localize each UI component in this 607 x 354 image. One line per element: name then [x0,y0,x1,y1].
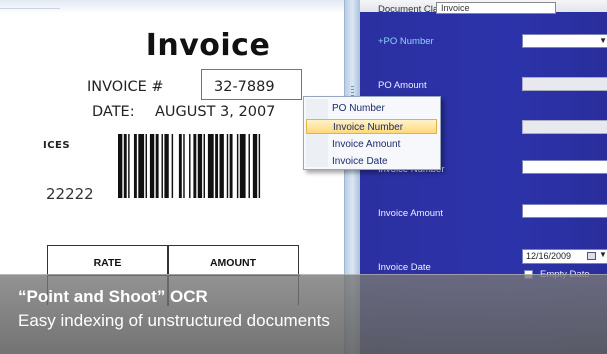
zip-code-text: 22222 [46,185,94,203]
caption-subtitle: Easy indexing of unstructured documents [18,311,330,330]
po-number-label: +PO Number [378,36,434,47]
table-header-amount: AMOUNT [209,257,257,269]
invoice-date-field-label: Invoice Date [378,262,431,273]
barcode-icon [118,134,261,198]
menu-item-invoice-number[interactable]: Invoice Number [306,119,437,134]
invoice-date-label: DATE: [92,104,135,120]
invoice-date-value[interactable]: AUGUST 3, 2007 [155,104,275,120]
viewer-top-shade [0,0,344,14]
po-amount-label: PO Amount [378,80,427,91]
menu-item-invoice-amount[interactable]: Invoice Amount [332,137,400,152]
invoice-number-value[interactable]: 32-7889 [214,79,275,95]
caption-title: “Point and Shoot” OCR [18,287,208,306]
invoice-amount-label: Invoice Amount [378,208,443,219]
section-fragment-text: ICES [43,140,71,151]
invoice-amount-field[interactable] [522,204,607,218]
table-header-rate: RATE [93,257,122,269]
invoice-date-picker[interactable]: 12/16/2009 ▼ [522,249,607,264]
document-class-field[interactable]: Invoice [436,2,556,14]
po-amount-field[interactable] [522,77,607,91]
document-class-value: Invoice [441,3,470,13]
caption-top-edge [0,274,607,275]
invoice-number-label: INVOICE # [87,79,164,95]
screenshot-stage: Invoice INVOICE # 32-7889 DATE: AUGUST 3… [0,0,607,354]
menu-item-po-number[interactable]: PO Number [332,101,385,116]
date-dropdown-arrow-icon[interactable]: ▼ [599,250,607,259]
calendar-icon[interactable] [587,252,596,260]
po-number-dropdown[interactable]: ▼ [522,34,607,48]
menu-item-invoice-date[interactable]: Invoice Date [332,154,388,169]
dropdown-arrow-icon[interactable]: ▼ [599,36,607,45]
field-context-menu: PO Number Invoice Number Invoice Amount … [303,96,441,170]
unlabeled-field[interactable] [522,120,607,134]
invoice-number-field[interactable] [522,160,607,174]
viewer-top-rule [0,8,60,9]
invoice-title: Invoice [145,28,271,63]
invoice-date-picker-value: 12/16/2009 [526,251,572,261]
